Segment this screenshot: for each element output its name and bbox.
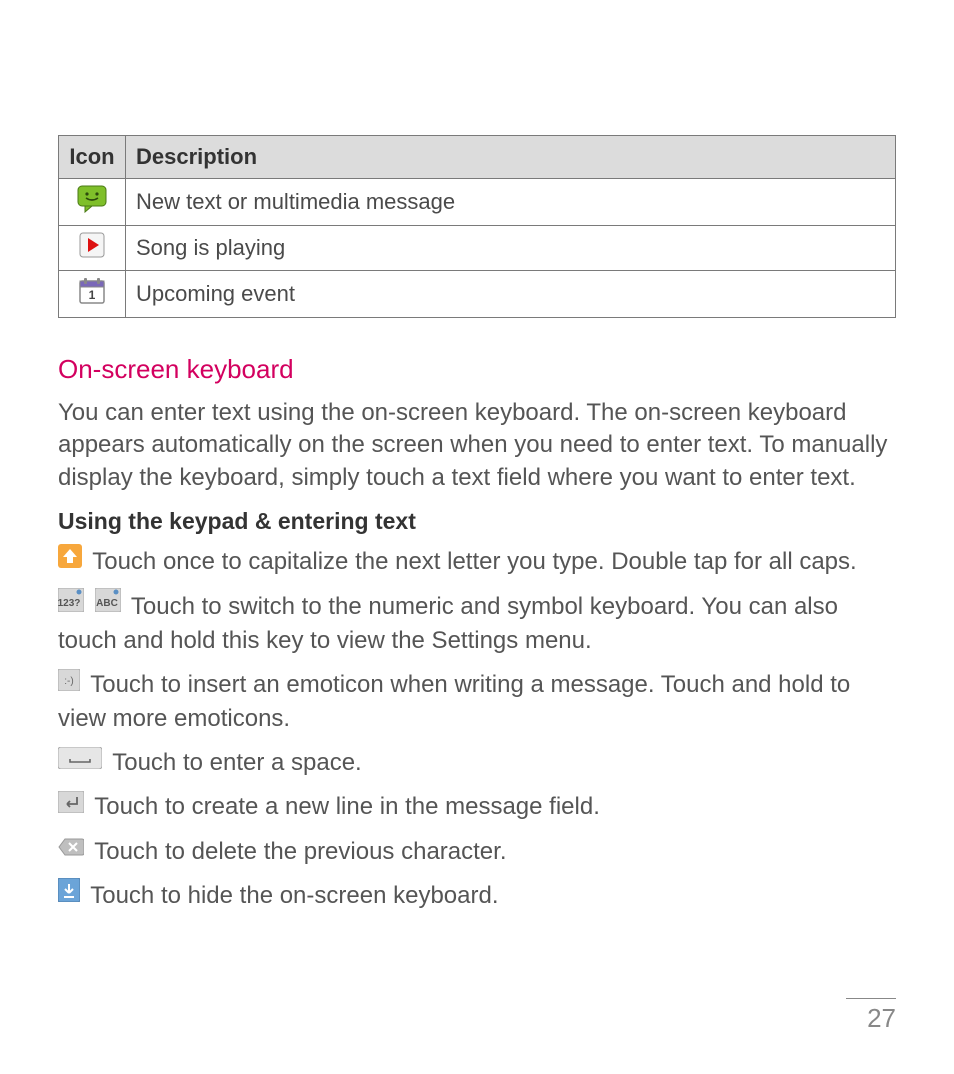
svg-text:1: 1 xyxy=(89,288,96,302)
intro-paragraph: You can enter text using the on-screen k… xyxy=(58,397,896,494)
numeric-key-icon: 123? xyxy=(58,588,84,622)
delete-key-icon xyxy=(58,833,84,867)
col-header-icon: Icon xyxy=(59,136,126,179)
emoticon-key-icon: :-) xyxy=(58,667,80,701)
enter-key-icon xyxy=(58,789,84,823)
page-number: 27 xyxy=(846,998,896,1034)
entry-text: Touch to insert an emoticon when writing… xyxy=(58,671,850,732)
svg-text:ABC: ABC xyxy=(96,598,118,609)
svg-text:123?: 123? xyxy=(58,598,80,609)
section-heading: On-screen keyboard xyxy=(58,354,896,385)
table-row: 1 Upcoming event xyxy=(59,271,896,318)
abc-key-icon: ABC xyxy=(95,588,121,622)
entry-space: Touch to enter a space. xyxy=(58,746,896,780)
shift-key-icon xyxy=(58,544,82,578)
entry-text: Touch to switch to the numeric and symbo… xyxy=(58,593,838,654)
calendar-icon: 1 xyxy=(79,277,105,311)
entry-text: Touch to delete the previous character. xyxy=(94,838,506,865)
play-icon xyxy=(79,232,105,264)
entry-newline: Touch to create a new line in the messag… xyxy=(58,790,896,824)
entry-numeric: 123? ABC Touch to switch to the numeric … xyxy=(58,590,896,658)
subheading: Using the keypad & entering text xyxy=(58,508,896,535)
entry-shift: Touch once to capitalize the next letter… xyxy=(58,545,896,579)
space-key-icon xyxy=(58,745,102,779)
entry-text: Touch to enter a space. xyxy=(112,749,362,776)
table-row: Song is playing xyxy=(59,226,896,271)
cell-description: New text or multimedia message xyxy=(126,179,896,226)
message-icon xyxy=(77,185,107,219)
hide-keyboard-icon xyxy=(58,878,80,912)
entry-hide: Touch to hide the on-screen keyboard. xyxy=(58,879,896,913)
entry-delete: Touch to delete the previous character. xyxy=(58,835,896,869)
col-header-description: Description xyxy=(126,136,896,179)
cell-description: Song is playing xyxy=(126,226,896,271)
entry-emoticon: :-) Touch to insert an emoticon when wri… xyxy=(58,668,896,736)
entry-text: Touch to create a new line in the messag… xyxy=(94,793,600,820)
svg-text::-): :-) xyxy=(64,676,73,687)
entry-text: Touch once to capitalize the next letter… xyxy=(92,548,856,575)
table-row: New text or multimedia message xyxy=(59,179,896,226)
cell-description: Upcoming event xyxy=(126,271,896,318)
entry-text: Touch to hide the on-screen keyboard. xyxy=(90,882,498,909)
icon-description-table: Icon Description Ne xyxy=(58,135,896,318)
